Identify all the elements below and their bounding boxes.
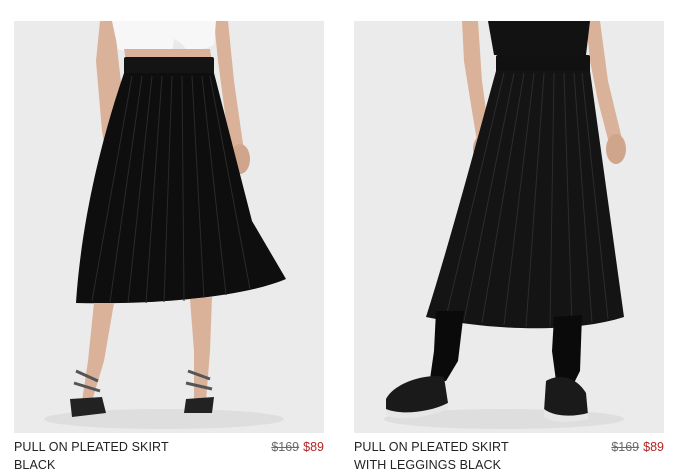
product-image[interactable] bbox=[354, 21, 664, 433]
original-price: $169 bbox=[271, 440, 300, 454]
product-image[interactable] bbox=[14, 21, 324, 433]
product-card[interactable]: PULL ON PLEATED SKIRT WITH LEGGINGS BLAC… bbox=[354, 21, 664, 476]
product-name-line1: PULL ON PLEATED SKIRT bbox=[14, 440, 169, 454]
product-name-line1: PULL ON PLEATED SKIRT bbox=[354, 440, 509, 454]
skirt-leggings-photo bbox=[354, 21, 664, 433]
product-price: $169 $89 bbox=[611, 438, 664, 456]
product-name[interactable]: PULL ON PLEATED SKIRT WITH LEGGINGS BLAC… bbox=[354, 438, 554, 474]
product-price: $169 $89 bbox=[271, 438, 324, 456]
product-name[interactable]: PULL ON PLEATED SKIRT BLACK bbox=[14, 438, 214, 474]
product-card[interactable]: PULL ON PLEATED SKIRT BLACK $169 $89 bbox=[14, 21, 324, 476]
sale-price: $89 bbox=[303, 440, 324, 454]
sale-price: $89 bbox=[643, 440, 664, 454]
original-price: $169 bbox=[611, 440, 640, 454]
product-info: PULL ON PLEATED SKIRT BLACK $169 $89 bbox=[14, 438, 324, 476]
skirt-photo bbox=[14, 21, 324, 433]
product-name-line2: WITH LEGGINGS BLACK bbox=[354, 458, 502, 472]
product-info: PULL ON PLEATED SKIRT WITH LEGGINGS BLAC… bbox=[354, 438, 664, 476]
product-name-line2: BLACK bbox=[14, 458, 56, 472]
